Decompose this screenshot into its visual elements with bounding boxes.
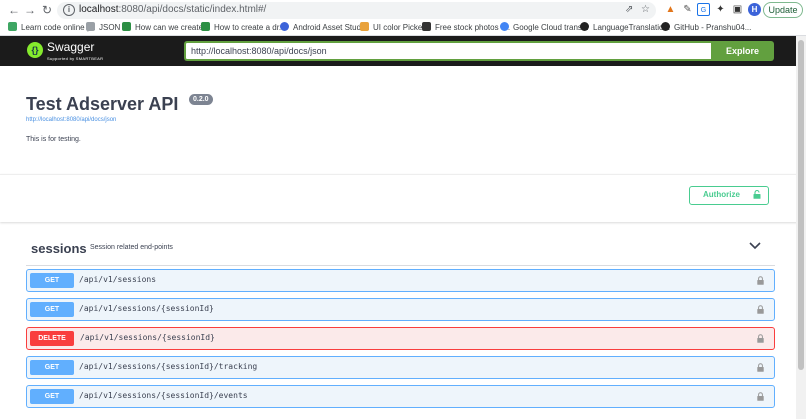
operation-delete-session[interactable]: DELETE /api/v1/sessions/{sessionId} [26, 327, 775, 350]
method-badge: GET [30, 302, 74, 317]
forward-icon[interactable]: → [23, 3, 37, 17]
operation-path: /api/v1/sessions/{sessionId}/events [79, 391, 248, 400]
site-info-icon[interactable]: i [63, 4, 75, 16]
bookmark-item[interactable]: How can we create... [122, 22, 210, 34]
bookmark-favicon-icon [201, 22, 210, 31]
bookmark-item[interactable]: Free stock photos -... [422, 22, 510, 34]
operation-get-session-events[interactable]: GET /api/v1/sessions/{sessionId}/events [26, 385, 775, 408]
operation-path: /api/v1/sessions [79, 275, 157, 284]
lock-icon[interactable] [757, 334, 764, 343]
bookmark-item[interactable]: Android Asset Studi... [280, 22, 370, 34]
lock-icon[interactable] [757, 363, 764, 372]
method-badge: DELETE [30, 331, 74, 346]
lock-icon[interactable] [757, 392, 764, 401]
operation-path: /api/v1/sessions/{sessionId}/tracking [79, 362, 258, 371]
share-icon[interactable]: ⇗ [625, 4, 633, 15]
operation-get-session-by-id[interactable]: GET /api/v1/sessions/{sessionId} [26, 298, 775, 321]
operation-get-sessions[interactable]: GET /api/v1/sessions [26, 269, 775, 292]
update-button[interactable]: Update [763, 2, 803, 18]
bookmark-item[interactable]: Google Cloud trans... [500, 22, 589, 34]
address-bar[interactable]: i localhost:8080/api/docs/static/index.h… [57, 2, 656, 19]
metamask-extension-icon[interactable]: ▲ [664, 3, 677, 16]
bookmark-favicon-icon [360, 22, 369, 31]
profile-avatar[interactable]: H [748, 3, 761, 16]
spec-url-input[interactable] [184, 41, 711, 61]
authorize-button[interactable]: Authorize [689, 186, 769, 205]
bookmark-favicon-icon [500, 22, 509, 31]
bookmark-favicon-icon [280, 22, 289, 31]
bookmark-star-icon[interactable]: ☆ [641, 4, 650, 15]
api-description: This is for testing. [26, 136, 81, 143]
api-title: Test Adserver API [26, 94, 179, 114]
bookmark-item[interactable]: How to create a dr... [201, 22, 286, 34]
reload-icon[interactable]: ↻ [40, 3, 54, 17]
scrollbar-thumb[interactable] [798, 40, 804, 370]
puzzle-extensions-icon[interactable]: ✦ [714, 3, 727, 16]
lock-open-icon [753, 190, 761, 199]
operation-get-session-tracking[interactable]: GET /api/v1/sessions/{sessionId}/trackin… [26, 356, 775, 379]
sidepanel-icon[interactable]: ▣ [731, 3, 744, 16]
authorize-label: Authorize [703, 190, 740, 199]
spec-link[interactable]: http://localhost:8080/api/docs/json [26, 117, 116, 123]
tag-name: sessions [31, 241, 87, 256]
bookmark-item[interactable]: GitHub - Pranshu04... [661, 22, 751, 34]
back-icon[interactable]: ← [7, 3, 21, 17]
chevron-down-icon[interactable] [748, 241, 762, 251]
bookmark-favicon-icon [86, 22, 95, 31]
bookmark-favicon-icon [122, 22, 131, 31]
bookmark-favicon-icon [8, 22, 17, 31]
address-text[interactable]: localhost:8080/api/docs/static/index.htm… [79, 4, 266, 15]
method-badge: GET [30, 360, 74, 375]
tag-description: Session related end-points [90, 244, 173, 251]
explore-button[interactable]: Explore [711, 41, 774, 61]
browser-toolbar: ← → ↻ i localhost:8080/api/docs/static/i… [0, 0, 806, 20]
method-badge: GET [30, 273, 74, 288]
version-badge: 0.2.0 [189, 94, 213, 105]
github-icon [661, 22, 670, 31]
github-icon [580, 22, 589, 31]
bookmark-item[interactable]: UI color Picker [360, 22, 425, 34]
tag-sessions-header[interactable]: sessions Session related end-points [26, 232, 775, 266]
lock-icon[interactable] [757, 305, 764, 314]
operation-path: /api/v1/sessions/{sessionId} [80, 333, 215, 342]
operation-path: /api/v1/sessions/{sessionId} [79, 304, 214, 313]
swagger-logo-subtext: Supported by SMARTBEAR [47, 56, 104, 61]
method-badge: GET [30, 389, 74, 404]
bookmarks-bar: Learn code online |... JSON How can we c… [0, 20, 806, 36]
bookmark-item[interactable]: Learn code online |... [8, 22, 96, 34]
bookmark-item[interactable]: JSON [86, 22, 120, 34]
swagger-logo-icon[interactable]: {} [27, 42, 43, 58]
bookmark-favicon-icon [422, 22, 431, 31]
schemes-container [0, 174, 806, 222]
swagger-logo-text[interactable]: Swagger [47, 40, 94, 54]
pen-extension-icon[interactable]: ✎ [681, 3, 694, 16]
lock-icon[interactable] [757, 276, 764, 285]
bookmark-item[interactable]: LanguageTranslatio... [580, 22, 670, 34]
extension-icon[interactable]: G [697, 3, 710, 16]
